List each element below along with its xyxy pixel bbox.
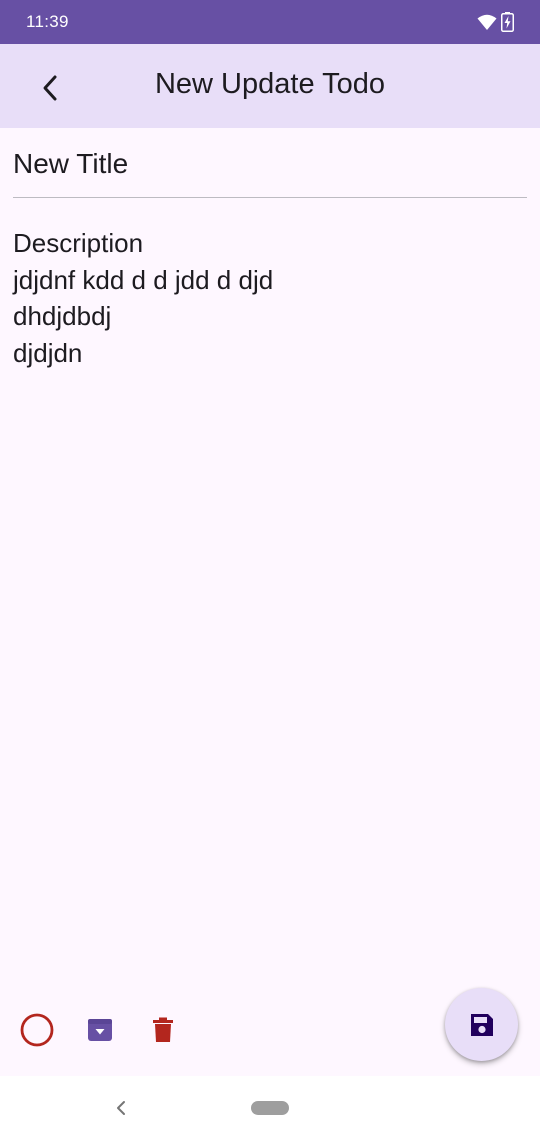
system-back-button[interactable] xyxy=(108,1094,134,1122)
complete-toggle-button[interactable] xyxy=(15,1008,59,1052)
description-line: dhdjdbdj xyxy=(13,301,112,331)
save-icon xyxy=(470,1013,493,1036)
archive-button[interactable] xyxy=(78,1008,122,1052)
description-line: Description xyxy=(13,228,144,258)
battery-charging-icon xyxy=(501,12,514,32)
status-icons xyxy=(477,12,514,32)
app-bar: New Update Todo xyxy=(0,44,540,128)
trash-icon xyxy=(153,1017,173,1042)
title-input[interactable] xyxy=(13,130,527,198)
circle-outline-icon xyxy=(20,1013,54,1047)
status-time: 11:39 xyxy=(26,12,69,31)
description-line: jdjdnf kdd d d jdd d djd xyxy=(13,264,274,295)
system-nav-bar xyxy=(0,1076,540,1140)
status-bar: 11:39 xyxy=(0,0,540,44)
delete-button[interactable] xyxy=(141,1008,185,1052)
nav-back-icon xyxy=(117,1101,125,1115)
description-line: djdjdn xyxy=(13,337,83,368)
save-button[interactable] xyxy=(445,988,518,1061)
page-title: New Update Todo xyxy=(154,68,385,100)
system-home-pill[interactable] xyxy=(251,1101,289,1115)
archive-icon xyxy=(88,1019,112,1041)
wifi-icon xyxy=(477,14,497,30)
description-input[interactable]: Description jdjdnf kdd d d jdd d djd dhd… xyxy=(13,225,527,371)
